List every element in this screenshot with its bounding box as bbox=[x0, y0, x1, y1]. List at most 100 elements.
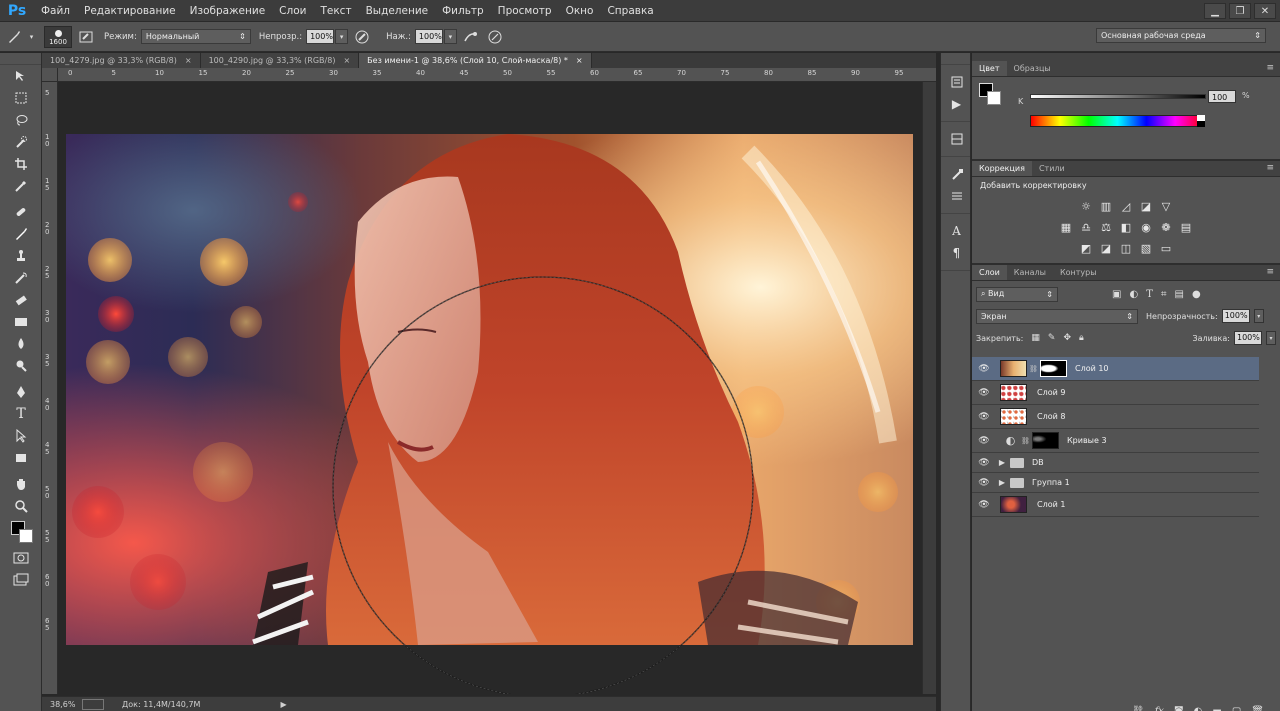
menu-filter[interactable]: Фильтр bbox=[435, 0, 491, 22]
panel-grip[interactable] bbox=[972, 53, 1280, 61]
gradient-map-icon[interactable]: ▽ bbox=[1158, 198, 1175, 215]
brush-presets-panel-icon[interactable] bbox=[941, 185, 972, 207]
dock-grip[interactable] bbox=[941, 53, 970, 65]
tab-channels[interactable]: Каналы bbox=[1007, 265, 1053, 280]
eraser-tool-icon[interactable] bbox=[0, 289, 42, 311]
close-tab-icon[interactable]: × bbox=[576, 53, 583, 68]
zoom-tool-icon[interactable] bbox=[0, 495, 42, 517]
workspace-select[interactable]: Основная рабочая среда ⇕ bbox=[1096, 28, 1266, 43]
lock-position-icon[interactable]: ✥ bbox=[1063, 333, 1071, 343]
background-color-swatch[interactable] bbox=[19, 529, 33, 543]
expand-arrow-icon[interactable]: ▶ bbox=[996, 458, 1008, 467]
hand-tool-icon[interactable] bbox=[0, 473, 42, 495]
path-selection-tool-icon[interactable] bbox=[0, 425, 42, 447]
smart-object-filter-icon[interactable]: ▤ bbox=[1175, 289, 1184, 300]
layer-row[interactable]: 👁︎ Слой 8 bbox=[972, 405, 1259, 429]
airbrush-icon[interactable] bbox=[461, 27, 481, 47]
close-tab-icon[interactable]: × bbox=[343, 53, 350, 68]
threshold-icon[interactable]: ◫ bbox=[1118, 240, 1135, 257]
tab-swatches[interactable]: Образцы bbox=[1007, 61, 1058, 76]
tab-adjustments[interactable]: Коррекция bbox=[972, 161, 1032, 176]
layer-mask-thumbnail[interactable] bbox=[1032, 432, 1059, 449]
photo-filter-icon[interactable]: ◉ bbox=[1138, 219, 1155, 236]
eyedropper-tool-icon[interactable] bbox=[0, 175, 42, 197]
visibility-eye-icon[interactable]: 👁︎ bbox=[972, 364, 996, 374]
paragraph-panel-icon[interactable]: ¶ bbox=[941, 242, 972, 264]
close-tab-icon[interactable]: × bbox=[185, 53, 192, 68]
layer-row[interactable]: 👁︎ ◐ ⛓︎ Кривые 3 bbox=[972, 429, 1259, 453]
fill-field[interactable]: 100% bbox=[1234, 331, 1262, 345]
tab-layers[interactable]: Слои bbox=[972, 265, 1007, 280]
background-color-swatch[interactable] bbox=[987, 91, 1001, 105]
character-panel-icon[interactable]: A bbox=[941, 220, 972, 242]
lock-all-icon[interactable]: 🔒︎ bbox=[1079, 333, 1084, 343]
actions-panel-icon[interactable]: ▶ bbox=[941, 93, 972, 115]
tab-color[interactable]: Цвет bbox=[972, 61, 1007, 76]
k-slider[interactable] bbox=[1030, 94, 1206, 99]
color-balance-icon[interactable]: ⚖ bbox=[1098, 219, 1115, 236]
curves-icon[interactable]: ◿ bbox=[1118, 198, 1135, 215]
visibility-eye-icon[interactable]: 👁︎ bbox=[972, 412, 996, 422]
menu-type[interactable]: Текст bbox=[313, 0, 358, 22]
tab-paths[interactable]: Контуры bbox=[1053, 265, 1104, 280]
restore-button[interactable]: ❐ bbox=[1229, 3, 1251, 19]
move-tool-icon[interactable] bbox=[0, 65, 42, 87]
adjustment-filter-icon[interactable]: ◐ bbox=[1129, 289, 1138, 300]
selective-color-icon[interactable]: ▧ bbox=[1138, 240, 1155, 257]
tab-styles[interactable]: Стили bbox=[1032, 161, 1072, 176]
flow-field[interactable]: 100% bbox=[414, 29, 443, 44]
quick-selection-tool-icon[interactable] bbox=[0, 131, 42, 153]
menu-image[interactable]: Изображение bbox=[183, 0, 273, 22]
layer-mask-thumbnail[interactable] bbox=[1040, 360, 1067, 377]
tool-preset-dropdown[interactable]: ▾ bbox=[25, 29, 38, 44]
type-tool-icon[interactable]: T bbox=[0, 403, 42, 425]
fill-dropdown[interactable]: ▾ bbox=[1266, 331, 1276, 345]
layer-group-row[interactable]: 👁︎ ▶ Группа 1 bbox=[972, 473, 1259, 493]
visibility-eye-icon[interactable]: 👁︎ bbox=[972, 478, 996, 488]
brush-panel-icon[interactable] bbox=[76, 27, 96, 47]
vertical-ruler[interactable]: 5 10 15 20 25 30 35 40 45 50 55 60 65 bbox=[42, 82, 58, 694]
color-spectrum[interactable] bbox=[1030, 115, 1205, 127]
menu-edit[interactable]: Редактирование bbox=[77, 0, 183, 22]
color-lookup-icon[interactable]: ▤ bbox=[1178, 219, 1195, 236]
zoom-level[interactable]: 38,6% bbox=[42, 700, 82, 709]
horizontal-ruler[interactable]: 0 5 10 15 20 25 30 35 40 45 50 55 60 65 70 75 80 85 90 95 bbox=[58, 68, 936, 82]
expand-arrow-icon[interactable]: ▶ bbox=[996, 478, 1008, 487]
pressure-opacity-icon[interactable] bbox=[352, 27, 372, 47]
visibility-eye-icon[interactable]: 👁︎ bbox=[972, 500, 996, 510]
brush-size-picker[interactable]: 1600 bbox=[44, 25, 72, 48]
healing-brush-tool-icon[interactable] bbox=[0, 201, 42, 223]
ruler-origin[interactable] bbox=[42, 68, 58, 82]
new-group-icon[interactable]: ▬ bbox=[1212, 706, 1221, 711]
opacity-dropdown[interactable]: ▾ bbox=[335, 29, 349, 44]
opacity-field[interactable]: 100% bbox=[306, 29, 335, 44]
flow-dropdown[interactable]: ▾ bbox=[443, 29, 457, 44]
posterize-icon[interactable]: ◪ bbox=[1098, 240, 1115, 257]
rectangle-tool-icon[interactable] bbox=[0, 447, 42, 469]
blend-mode-select[interactable]: Нормальный ⇕ bbox=[140, 29, 251, 44]
pen-tool-icon[interactable] bbox=[0, 381, 42, 403]
document-tab[interactable]: 100_4279.jpg @ 33,3% (RGB/8) × bbox=[42, 53, 201, 68]
status-menu-arrow-icon[interactable]: ▶ bbox=[280, 700, 286, 709]
blur-tool-icon[interactable] bbox=[0, 333, 42, 355]
document-canvas[interactable] bbox=[58, 82, 922, 694]
delete-layer-icon[interactable]: 🗑︎ bbox=[1251, 706, 1264, 711]
quick-mask-icon[interactable] bbox=[0, 547, 42, 569]
layer-opacity-dropdown[interactable]: ▾ bbox=[1253, 309, 1264, 323]
black-white-icon[interactable]: ◧ bbox=[1118, 219, 1135, 236]
layer-row[interactable]: 👁︎ ⛓︎ Слой 10 bbox=[972, 357, 1259, 381]
k-value-field[interactable]: 100 bbox=[1208, 90, 1236, 103]
visibility-eye-icon[interactable]: 👁︎ bbox=[972, 458, 996, 468]
hue-saturation-icon[interactable]: ♎ bbox=[1078, 219, 1095, 236]
marquee-tool-icon[interactable] bbox=[0, 87, 42, 109]
link-layers-icon[interactable]: ⛓︎ bbox=[1132, 706, 1145, 711]
lock-transparency-icon[interactable]: ▦ bbox=[1031, 333, 1040, 343]
pressure-size-icon[interactable] bbox=[485, 27, 505, 47]
menu-layer[interactable]: Слои bbox=[272, 0, 313, 22]
lock-pixels-icon[interactable]: ✎ bbox=[1048, 333, 1056, 343]
layer-row[interactable]: 👁︎ Слой 9 bbox=[972, 381, 1259, 405]
lasso-tool-icon[interactable] bbox=[0, 109, 42, 131]
menu-window[interactable]: Окно bbox=[559, 0, 601, 22]
layer-comps-panel-icon[interactable] bbox=[941, 128, 972, 150]
new-adjustment-icon[interactable]: ◐ bbox=[1194, 706, 1203, 711]
